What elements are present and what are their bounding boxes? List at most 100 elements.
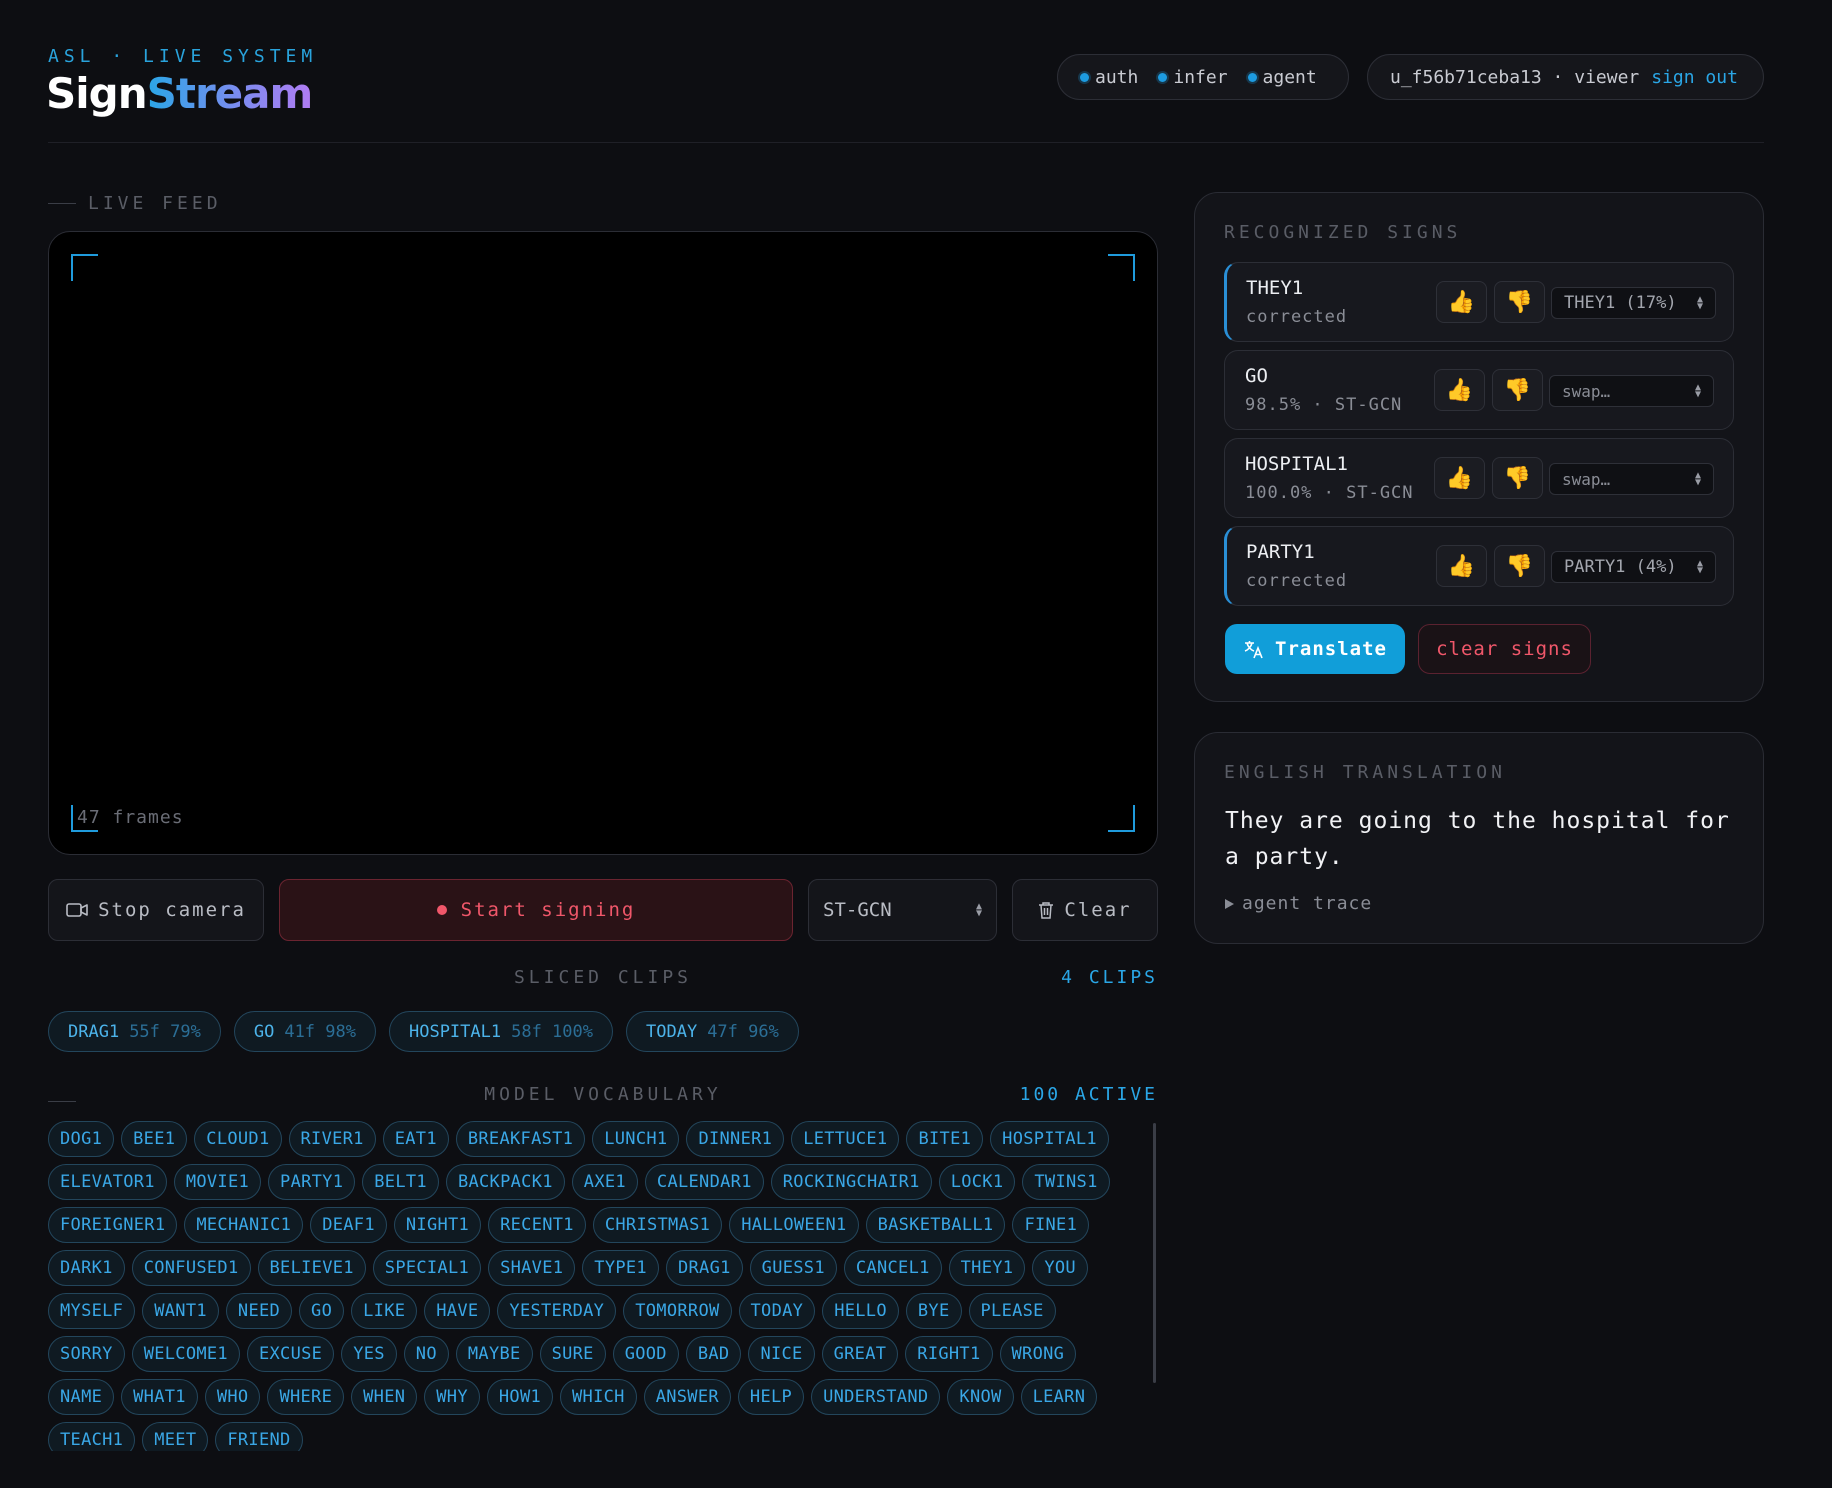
vocab-chip[interactable]: BITE1 [906,1121,984,1157]
vocab-chip[interactable]: ROCKINGCHAIR1 [770,1164,932,1200]
vocab-chip[interactable]: FRIEND [215,1422,303,1451]
thumbs-up-button[interactable]: 👍 [1436,281,1487,323]
vocab-chip[interactable]: FOREIGNER1 [48,1207,178,1243]
vocab-chip[interactable]: UNDERSTAND [811,1379,941,1415]
vocab-chip[interactable]: WANT1 [142,1293,219,1329]
swap-select[interactable]: swap… ▲ ▼ [1549,463,1714,495]
camera-feed[interactable]: 47 frames [48,231,1158,855]
vocab-chip[interactable]: HELLO [822,1293,899,1329]
vocab-chip[interactable]: CALENDAR1 [644,1164,764,1200]
vocab-chip[interactable]: LOCK1 [938,1164,1016,1200]
vocab-chip[interactable]: TODAY [738,1293,816,1329]
vocab-chip[interactable]: PARTY1 [268,1164,356,1200]
vocab-chip[interactable]: NIGHT1 [393,1207,482,1243]
vocab-chip[interactable]: GO [299,1293,345,1329]
clip-chip[interactable]: DRAG1 55f 79% [48,1011,221,1052]
thumbs-down-button[interactable]: 👎 [1494,545,1545,587]
agent-trace-toggle[interactable]: agent trace [1225,893,1372,914]
vocab-chip[interactable]: CONFUSED1 [131,1250,251,1286]
thumbs-up-button[interactable]: 👍 [1434,457,1485,499]
vocab-chip[interactable]: HELP [737,1379,805,1415]
vocab-chip[interactable]: BAD [685,1336,742,1372]
vocab-chip[interactable]: NICE [748,1336,815,1372]
start-signing-button[interactable]: Start signing [279,879,793,941]
vocab-chip[interactable]: HOSPITAL1 [990,1121,1109,1157]
vocab-chip[interactable]: DINNER1 [686,1121,785,1157]
vocab-chip[interactable]: WHY [424,1379,480,1415]
thumbs-down-button[interactable]: 👎 [1492,457,1543,499]
vocab-chip[interactable]: YOU [1032,1250,1088,1286]
vocab-chip[interactable]: BELIEVE1 [257,1250,366,1286]
vocab-chip[interactable]: MYSELF [48,1293,136,1329]
vocab-chip[interactable]: BYE [905,1293,962,1329]
vocab-chip[interactable]: WHAT1 [121,1379,198,1415]
vocab-chip[interactable]: SORRY [48,1336,125,1372]
thumbs-down-button[interactable]: 👎 [1492,369,1543,411]
thumbs-up-button[interactable]: 👍 [1436,545,1487,587]
vocab-chip[interactable]: CANCEL1 [843,1250,942,1286]
vocab-chip[interactable]: YES [341,1336,397,1372]
vocab-chip[interactable]: THEY1 [948,1250,1026,1286]
clip-chip[interactable]: TODAY 47f 96% [626,1011,799,1052]
vocab-chip[interactable]: CHRISTMAS1 [592,1207,723,1243]
vocab-chip[interactable]: EAT1 [382,1121,449,1157]
vocab-chip[interactable]: SPECIAL1 [372,1250,482,1286]
vocab-chip[interactable]: BASKETBALL1 [865,1207,1006,1243]
vocab-chip[interactable]: WHERE [267,1379,345,1415]
vocab-chip[interactable]: BELT1 [362,1164,439,1200]
vocab-chip[interactable]: YESTERDAY [497,1293,617,1329]
clear-button[interactable]: Clear [1012,879,1158,941]
vocab-chip[interactable]: SURE [539,1336,606,1372]
clip-chip[interactable]: GO 41f 98% [233,1011,376,1052]
vocab-chip[interactable]: BREAKFAST1 [455,1121,586,1157]
vocab-chip[interactable]: AXE1 [571,1164,638,1200]
vocab-chip[interactable]: GOOD [612,1336,679,1372]
vocab-chip[interactable]: TEACH1 [48,1422,136,1451]
vocab-chip[interactable]: LEARN [1020,1379,1098,1415]
vocab-chip[interactable]: GREAT [821,1336,899,1372]
vocab-chip[interactable]: MOVIE1 [173,1164,262,1200]
vocab-chip[interactable]: RIGHT1 [905,1336,993,1372]
vocab-chip[interactable]: LETTUCE1 [791,1121,900,1157]
vocab-chip[interactable]: GUESS1 [749,1250,837,1286]
thumbs-up-button[interactable]: 👍 [1434,369,1485,411]
vocab-chip[interactable]: MECHANIC1 [184,1207,304,1243]
vocab-chip[interactable]: EXCUSE [246,1336,335,1372]
vocab-chip[interactable]: DARK1 [48,1250,125,1286]
vocab-chip[interactable]: TYPE1 [582,1250,659,1286]
stop-camera-button[interactable]: Stop camera [48,879,264,941]
vocab-chip[interactable]: KNOW [947,1379,1014,1415]
vocab-chip[interactable]: ANSWER [643,1379,731,1415]
vocab-chip[interactable]: MEET [142,1422,209,1451]
thumbs-down-button[interactable]: 👎 [1494,281,1545,323]
vocab-chip[interactable]: HOW1 [486,1379,554,1415]
vocab-chip[interactable]: WELCOME1 [131,1336,240,1372]
vocab-chip[interactable]: ELEVATOR1 [48,1164,167,1200]
vocab-chip[interactable]: NAME [48,1379,115,1415]
vocab-chip[interactable]: FINE1 [1012,1207,1090,1243]
vocab-scrollbar[interactable] [1153,1123,1156,1383]
clip-chip[interactable]: HOSPITAL1 58f 100% [388,1011,613,1052]
vocab-chip[interactable]: NO [403,1336,449,1372]
vocab-chip[interactable]: WHO [204,1379,261,1415]
vocab-chip[interactable]: DRAG1 [665,1250,743,1286]
vocab-chip[interactable]: BEE1 [121,1121,188,1157]
vocab-chip[interactable]: SHAVE1 [488,1250,576,1286]
vocab-chip[interactable]: CLOUD1 [194,1121,282,1157]
vocab-chip[interactable]: DOG1 [48,1121,115,1157]
clear-signs-button[interactable]: clear signs [1418,624,1591,674]
swap-select[interactable]: PARTY1 (4%) ▲ ▼ [1551,551,1716,583]
vocab-chip[interactable]: HALLOWEEN1 [729,1207,859,1243]
vocab-chip[interactable]: WRONG [999,1336,1077,1372]
vocab-chip[interactable]: PLEASE [968,1293,1056,1329]
vocab-chip[interactable]: MAYBE [455,1336,533,1372]
vocab-chip[interactable]: LUNCH1 [592,1121,680,1157]
model-select[interactable]: ST-GCN ▲ ▼ [808,879,997,941]
vocab-chip[interactable]: LIKE [351,1293,418,1329]
vocab-chip[interactable]: HAVE [424,1293,491,1329]
vocab-chip[interactable]: RIVER1 [288,1121,376,1157]
sign-out-link[interactable]: sign out [1651,67,1738,88]
vocab-chip[interactable]: TOMORROW [623,1293,732,1329]
vocab-chip[interactable]: RECENT1 [488,1207,586,1243]
vocab-chip[interactable]: TWINS1 [1022,1164,1110,1200]
